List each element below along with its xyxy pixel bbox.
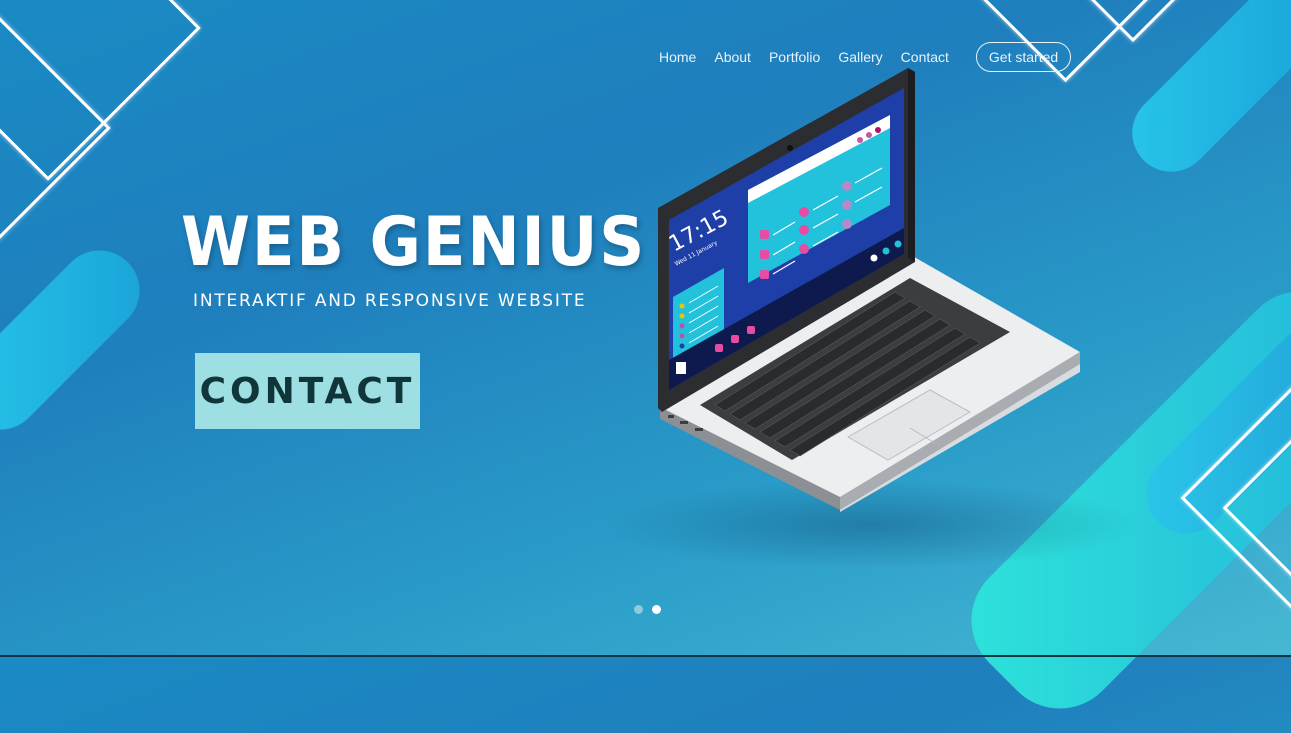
outline-diamond-shape — [1043, 0, 1223, 43]
outline-diamond-shape — [0, 0, 201, 181]
outline-diamond-shape — [1222, 397, 1291, 619]
carousel-dot-active[interactable] — [652, 605, 661, 614]
outline-diamond-shape — [0, 0, 111, 281]
carousel-dot[interactable] — [634, 605, 643, 614]
cyan-pill-shape — [1116, 0, 1291, 188]
cyan-pill-shape — [1129, 309, 1291, 551]
webcam — [787, 145, 793, 151]
cyan-pill-shape — [0, 233, 157, 447]
carousel-indicators — [634, 605, 661, 614]
laptop-illustration: 17:15 Wed 11 January — [658, 68, 1080, 512]
outline-diamond-shape — [1180, 380, 1291, 616]
contact-button[interactable]: CONTACT — [195, 353, 420, 429]
hero-subtitle: INTERAKTIF AND RESPONSIVE WEBSITE — [193, 291, 587, 311]
hero-title: WEB GENIUS — [181, 203, 647, 282]
